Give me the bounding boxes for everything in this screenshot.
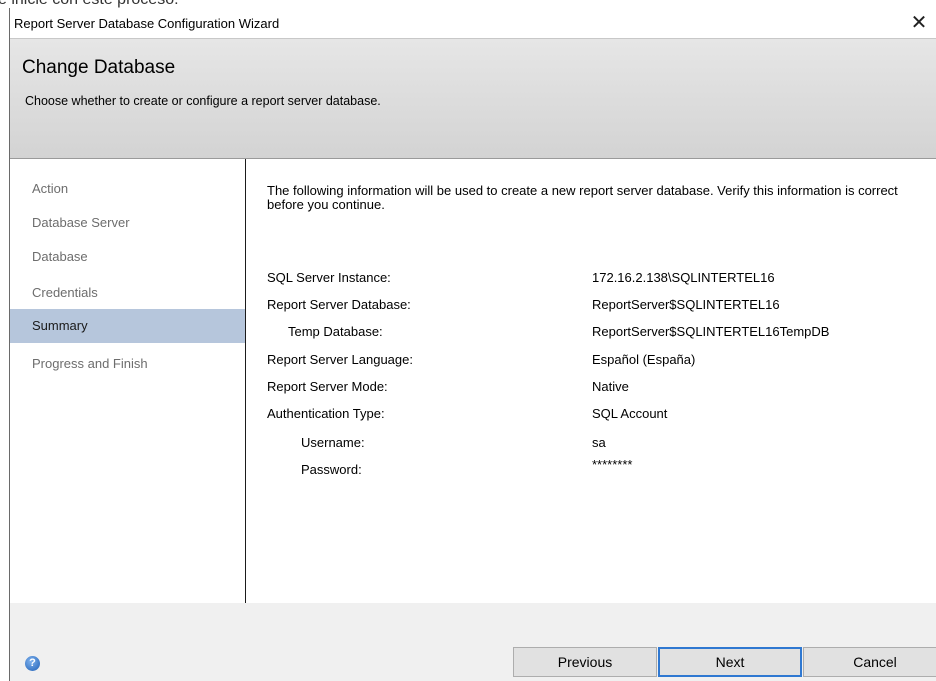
sidebar-item-database-server[interactable]: Database Server <box>10 213 245 247</box>
summary-value: ReportServer$SQLINTERTEL16TempDB <box>592 324 830 339</box>
summary-row: Report Server Database: ReportServer$SQL… <box>246 297 936 321</box>
summary-value: ******** <box>592 457 633 472</box>
window-title: Report Server Database Configuration Wiz… <box>14 16 280 31</box>
close-icon[interactable]: ✕ <box>907 12 931 34</box>
summary-row: Temp Database: ReportServer$SQLINTERTEL1… <box>246 324 936 348</box>
wizard-header: Change Database Choose whether to create… <box>10 38 936 165</box>
summary-row: Report Server Language: Español (España) <box>246 352 936 376</box>
summary-label: Authentication Type: <box>267 406 385 421</box>
summary-value: SQL Account <box>592 406 668 421</box>
previous-button[interactable]: Previous <box>513 647 657 677</box>
summary-row: Password: ******** <box>246 457 936 486</box>
sidebar-item-summary[interactable]: Summary <box>10 309 245 343</box>
summary-label: Report Server Database: <box>267 297 411 312</box>
summary-value: ReportServer$SQLINTERTEL16 <box>592 297 780 312</box>
step-sidebar: Action Database Server Database Credenti… <box>10 159 246 603</box>
summary-value: sa <box>592 435 606 450</box>
summary-row: Username: sa <box>246 435 936 459</box>
help-icon[interactable]: ? <box>25 656 40 671</box>
summary-row: SQL Server Instance: 172.16.2.138\SQLINT… <box>246 270 936 294</box>
summary-value: Español (España) <box>592 352 696 367</box>
title-bar: Report Server Database Configuration Wiz… <box>10 8 936 38</box>
cancel-button[interactable]: Cancel <box>803 647 936 677</box>
summary-row: Authentication Type: SQL Account <box>246 406 936 430</box>
summary-label: Report Server Mode: <box>267 379 388 394</box>
summary-label: Password: <box>301 462 362 477</box>
summary-label: SQL Server Instance: <box>267 270 391 285</box>
page-subtitle: Choose whether to create or configure a … <box>25 94 381 108</box>
summary-label: Username: <box>301 435 365 450</box>
summary-label: Temp Database: <box>288 324 383 339</box>
wizard-footer: ? Previous Next Cancel <box>10 603 936 681</box>
sidebar-item-action[interactable]: Action <box>10 179 245 213</box>
wizard-body: Action Database Server Database Credenti… <box>10 158 936 604</box>
wizard-window: Report Server Database Configuration Wiz… <box>9 8 936 681</box>
summary-intro: The following information will be used t… <box>267 183 898 212</box>
summary-row: Report Server Mode: Native <box>246 379 936 403</box>
summary-value: Native <box>592 379 629 394</box>
sidebar-item-progress-and-finish[interactable]: Progress and Finish <box>10 354 245 388</box>
next-button[interactable]: Next <box>658 647 802 677</box>
summary-label: Report Server Language: <box>267 352 413 367</box>
summary-panel: The following information will be used t… <box>246 159 936 603</box>
page-title: Change Database <box>22 57 176 78</box>
summary-value: 172.16.2.138\SQLINTERTEL16 <box>592 270 775 285</box>
sidebar-item-database[interactable]: Database <box>10 247 245 281</box>
